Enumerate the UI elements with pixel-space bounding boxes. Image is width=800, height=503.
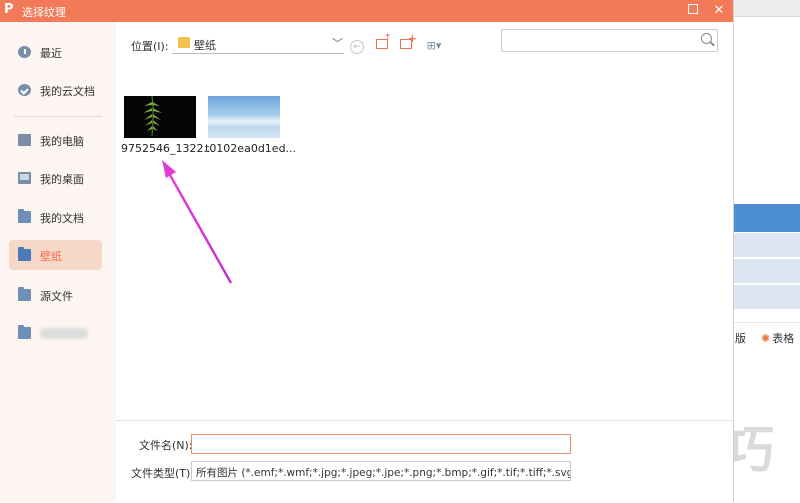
- sidebar-item-label: 壁纸: [40, 250, 62, 263]
- folder-icon: [18, 247, 31, 261]
- location-value: 壁纸: [194, 39, 216, 52]
- sidebar-item-label: 我的云文档: [40, 85, 95, 98]
- desktop-icon: [18, 172, 31, 184]
- background-table-header: [733, 204, 800, 232]
- folder-icon: [18, 287, 31, 301]
- sidebar-item-wallpaper[interactable]: 壁纸: [9, 240, 102, 270]
- back-button[interactable]: ←: [350, 40, 364, 54]
- folder-icon: [178, 37, 190, 48]
- search-icon[interactable]: [701, 33, 712, 44]
- sidebar-item-cloud-docs[interactable]: 我的云文档: [9, 75, 102, 105]
- folder-up-icon: [376, 31, 392, 49]
- sidebar-item-label: 最近: [40, 47, 62, 60]
- filetype-label: 文件类型(T):: [131, 467, 195, 480]
- sidebar-item-documents[interactable]: 我的文档: [9, 202, 102, 232]
- dialog-footer: 文件名(N): 文件类型(T): 所有图片 (*.emf;*.wmf;*.jpg…: [116, 420, 733, 503]
- sidebar-divider: [14, 116, 102, 117]
- image-thumbnail: [124, 96, 196, 138]
- clock-icon: [18, 46, 31, 58]
- file-name: t0102ea0d1ed...: [205, 142, 297, 155]
- ribbon-item-table[interactable]: ✺ 表格: [761, 330, 794, 346]
- ribbon-item-version[interactable]: 版: [735, 330, 746, 346]
- search-box[interactable]: [501, 29, 718, 52]
- file-item[interactable]: t0102ea0d1ed...: [205, 95, 296, 161]
- blurred-label: [40, 328, 88, 339]
- sidebar-item-label: 我的桌面: [40, 173, 84, 186]
- new-folder-button[interactable]: [397, 31, 417, 53]
- app-logo-icon: P: [4, 2, 14, 17]
- cloud-icon: [18, 84, 31, 96]
- background-app-strip: [733, 0, 800, 17]
- back-arrow-icon: ←: [353, 42, 361, 52]
- monitor-icon: [18, 134, 31, 146]
- grid-view-icon: ⊞▾: [426, 39, 442, 52]
- texture-dialog: P 选择纹理 ✕ 最近 我的云文档 我的电脑 我的桌面 我的文档 壁纸 源文件 …: [0, 0, 734, 502]
- new-folder-icon: [400, 31, 417, 49]
- file-name: 9752546_1322...: [121, 142, 214, 155]
- file-list: 9752546_1322... t0102ea0d1ed...: [116, 62, 733, 420]
- file-item[interactable]: 9752546_1322...: [121, 95, 214, 161]
- folder-icon: [18, 209, 31, 223]
- table-star-icon: ✺: [761, 332, 771, 345]
- sidebar: 最近 我的云文档 我的电脑 我的桌面 我的文档 壁纸 源文件: [0, 22, 116, 502]
- background-table-row: [733, 258, 800, 283]
- sidebar-item-hidden[interactable]: [9, 318, 102, 348]
- location-label: 位置(I):: [131, 40, 169, 53]
- close-icon: ✕: [713, 3, 725, 18]
- maximize-icon: [688, 4, 698, 14]
- sidebar-item-source-files[interactable]: 源文件: [9, 280, 102, 310]
- background-table-row: [733, 232, 800, 257]
- dialog-titlebar[interactable]: P 选择纹理 ✕: [0, 0, 733, 22]
- image-thumbnail: [208, 96, 280, 138]
- search-input[interactable]: [506, 32, 700, 50]
- parent-folder-button[interactable]: [373, 31, 392, 53]
- dialog-title: 选择纹理: [22, 6, 66, 19]
- chevron-down-icon: ﹀: [332, 37, 343, 50]
- view-mode-button[interactable]: ⊞▾: [421, 37, 447, 53]
- sidebar-item-label: 源文件: [40, 290, 73, 303]
- filename-input[interactable]: [191, 434, 571, 454]
- close-button[interactable]: ✕: [710, 2, 728, 20]
- background-table-row: [733, 284, 800, 309]
- sidebar-item-recent[interactable]: 最近: [9, 37, 102, 67]
- filename-label: 文件名(N):: [139, 439, 193, 452]
- sidebar-item-my-computer[interactable]: 我的电脑: [9, 125, 102, 155]
- location-dropdown[interactable]: 壁纸 ﹀: [172, 35, 344, 54]
- folder-icon: [18, 325, 31, 339]
- sidebar-item-label: 我的电脑: [40, 135, 84, 148]
- background-ribbon: 版 ✺ 表格: [733, 322, 800, 351]
- sidebar-item-desktop[interactable]: 我的桌面: [9, 163, 102, 193]
- location-toolbar: 位置(I): 壁纸 ﹀ ← ⊞▾: [116, 22, 733, 62]
- sidebar-item-label: 我的文档: [40, 212, 84, 225]
- maximize-button[interactable]: [684, 2, 702, 20]
- filetype-select[interactable]: 所有图片 (*.emf;*.wmf;*.jpg;*.jpeg;*.jpe;*.p…: [191, 461, 571, 481]
